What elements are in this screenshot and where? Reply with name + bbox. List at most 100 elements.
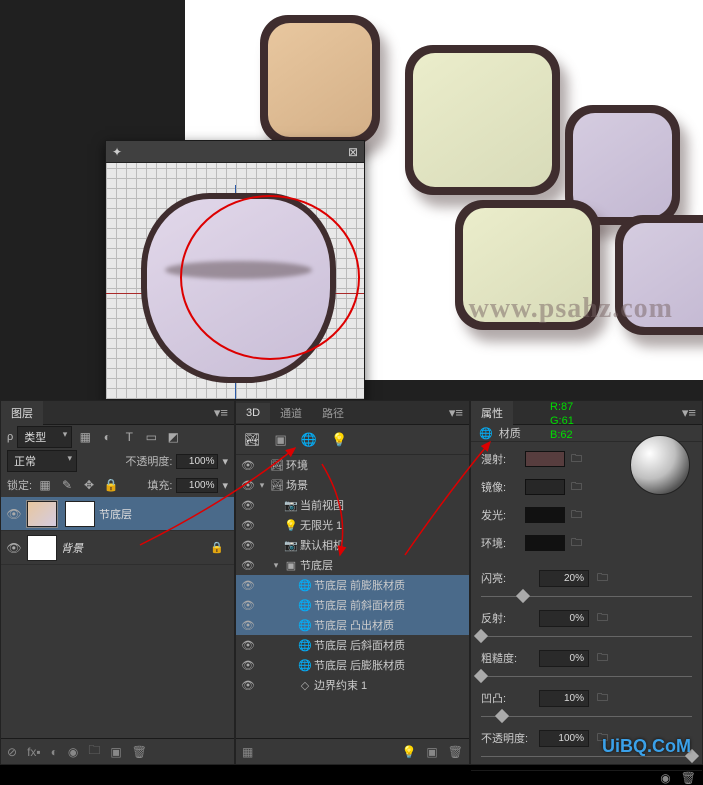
layer-thumb[interactable] — [27, 535, 57, 561]
tree-item[interactable]: 👁📷默认相机 — [236, 535, 469, 555]
panel-menu-icon[interactable]: ▾≡ — [676, 405, 702, 421]
slider-track[interactable] — [481, 590, 692, 602]
visibility-icon[interactable]: 👁 — [240, 459, 256, 472]
texture-picker-icon[interactable]: 🗀 — [571, 534, 585, 553]
texture-picker-icon[interactable]: 🗀 — [597, 649, 611, 668]
3d-preview-grid[interactable] — [106, 163, 364, 399]
visibility-icon[interactable]: 👁 — [240, 579, 256, 592]
tree-item[interactable]: 👁📷当前视图 — [236, 495, 469, 515]
twisty-icon[interactable]: ▾ — [256, 480, 268, 491]
color-swatch[interactable] — [525, 479, 565, 495]
filter-shape-icon[interactable]: ▭ — [142, 428, 160, 446]
new-light-icon[interactable]: 💡 — [401, 745, 416, 759]
render-icon[interactable]: ▦ — [242, 745, 253, 759]
visibility-icon[interactable]: 👁 — [5, 541, 23, 555]
slider-thumb[interactable] — [495, 709, 509, 723]
group-icon[interactable]: 🗀 — [88, 741, 100, 762]
filter-kind-dropdown[interactable]: 类型 — [17, 426, 72, 448]
slider-value[interactable]: 10% — [539, 690, 589, 707]
twisty-icon[interactable]: ▾ — [270, 560, 282, 571]
tree-item[interactable]: 👁🌐节底层 凸出材质 — [236, 615, 469, 635]
lock-trans-icon[interactable]: ▦ — [36, 476, 54, 494]
filter-type-icon[interactable]: T — [120, 428, 138, 446]
slider-value[interactable]: 0% — [539, 610, 589, 627]
layer-item[interactable]: 👁 背景 🔒 — [1, 531, 234, 565]
visibility-icon[interactable]: 👁 — [240, 499, 256, 512]
texture-picker-icon[interactable]: 🗀 — [597, 569, 611, 588]
3d-preview-window[interactable]: ✦ ⊠ — [105, 140, 365, 400]
tab-properties[interactable]: 属性 — [471, 401, 513, 425]
new-layer-icon[interactable]: ▣ — [110, 745, 121, 759]
fx-icon[interactable]: fx▪ — [27, 745, 41, 759]
tree-item[interactable]: 👁◇边界约束 1 — [236, 675, 469, 695]
color-swatch[interactable] — [525, 507, 565, 523]
fill-input[interactable]: 100% — [176, 478, 218, 493]
opacity-input[interactable]: 100% — [176, 454, 218, 469]
tab-layers[interactable]: 图层 — [1, 401, 43, 425]
filter-material-icon[interactable]: 🌐 — [301, 432, 317, 448]
layer-name[interactable]: 背景 — [61, 540, 83, 556]
color-swatch[interactable] — [525, 535, 565, 551]
tree-item[interactable]: 👁🏞环境 — [236, 455, 469, 475]
visibility-icon[interactable]: 👁 — [240, 559, 256, 572]
chevron-down-icon[interactable]: ▾ — [222, 455, 228, 468]
texture-picker-icon[interactable]: 🗀 — [571, 450, 585, 469]
tab-channels[interactable]: 通道 — [270, 401, 312, 425]
visibility-icon[interactable]: 👁 — [240, 519, 256, 532]
blend-mode-dropdown[interactable]: 正常 — [7, 450, 77, 472]
tree-item[interactable]: 👁🌐节底层 前膨胀材质 — [236, 575, 469, 595]
slider-track[interactable] — [481, 710, 692, 722]
slider-value[interactable]: 0% — [539, 650, 589, 667]
filter-pixel-icon[interactable]: ▦ — [76, 428, 94, 446]
layer-name[interactable]: 节底层 — [99, 506, 132, 522]
3d-preview-header[interactable]: ✦ ⊠ — [106, 141, 364, 163]
layer-item[interactable]: 👁 节底层 — [1, 497, 234, 531]
texture-picker-icon[interactable]: 🗀 — [571, 478, 585, 497]
3d-preview-shape[interactable] — [141, 193, 336, 383]
lock-all-icon[interactable]: 🔒 — [102, 476, 120, 494]
visibility-icon[interactable]: 👁 — [240, 539, 256, 552]
tree-item[interactable]: 👁🌐节底层 前斜面材质 — [236, 595, 469, 615]
chevron-down-icon[interactable]: ▾ — [222, 479, 228, 492]
visibility-icon[interactable]: 👁 — [240, 679, 256, 692]
visibility-icon[interactable]: 👁 — [240, 659, 256, 672]
slider-thumb[interactable] — [474, 629, 488, 643]
panel-menu-icon[interactable]: ▾≡ — [208, 405, 234, 421]
tree-item[interactable]: 👁🌐节底层 后斜面材质 — [236, 635, 469, 655]
3d-char-2[interactable] — [405, 45, 560, 195]
layer-thumb[interactable] — [27, 501, 57, 527]
3d-preview-close[interactable]: ⊠ — [348, 145, 358, 159]
3d-char-1[interactable] — [260, 15, 380, 145]
trash-icon[interactable]: 🗑 — [132, 745, 147, 759]
layer-mask-thumb[interactable] — [65, 501, 95, 527]
slider-track[interactable] — [481, 630, 692, 642]
filter-mesh-icon[interactable]: ▣ — [275, 432, 287, 448]
filter-scene-icon[interactable]: 🏞 — [244, 432, 261, 448]
lock-paint-icon[interactable]: ✎ — [58, 476, 76, 494]
slider-thumb[interactable] — [474, 669, 488, 683]
adjust-icon[interactable]: ◉ — [68, 745, 78, 759]
tree-item[interactable]: 👁▾▣节底层 — [236, 555, 469, 575]
visibility-icon[interactable]: 👁 — [240, 619, 256, 632]
tree-item[interactable]: 👁▾🏞场景 — [236, 475, 469, 495]
filter-light-icon[interactable]: 💡 — [331, 432, 347, 448]
texture-picker-icon[interactable]: 🗀 — [597, 609, 611, 628]
trash-icon[interactable]: 🗑 — [681, 771, 696, 785]
new-icon[interactable]: ▣ — [426, 745, 437, 759]
texture-picker-icon[interactable]: 🗀 — [597, 689, 611, 708]
slider-value[interactable]: 20% — [539, 570, 589, 587]
color-swatch[interactable] — [525, 451, 565, 467]
visibility-icon[interactable]: 👁 — [240, 599, 256, 612]
tab-3d[interactable]: 3D — [236, 403, 270, 423]
tree-item[interactable]: 👁🌐节底层 后膨胀材质 — [236, 655, 469, 675]
visibility-icon[interactable]: 👁 — [5, 507, 23, 521]
sphere-icon[interactable]: ◉ — [660, 771, 670, 785]
slider-thumb[interactable] — [516, 589, 530, 603]
filter-smart-icon[interactable]: ◩ — [164, 428, 182, 446]
visibility-icon[interactable]: 👁 — [240, 479, 256, 492]
tab-paths[interactable]: 路径 — [312, 401, 354, 425]
link-icon[interactable]: ⊘ — [7, 745, 17, 759]
mask-icon[interactable]: ◐ — [51, 745, 58, 759]
slider-value[interactable]: 100% — [539, 730, 589, 747]
slider-track[interactable] — [481, 670, 692, 682]
